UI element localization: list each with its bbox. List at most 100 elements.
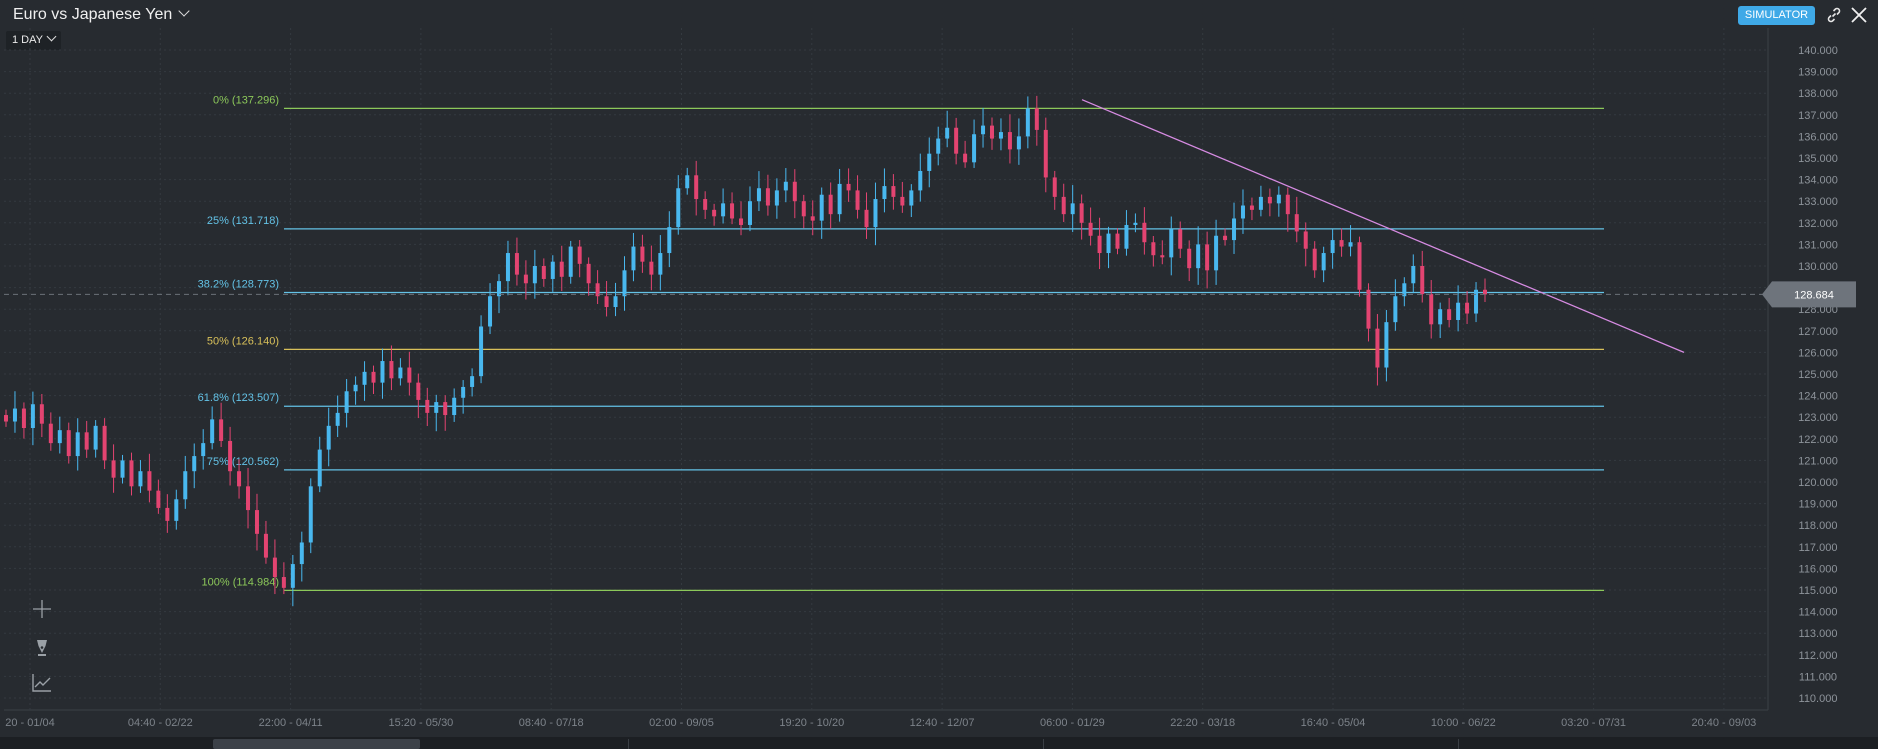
y-tick-label: 114.000 [1799,607,1838,619]
candle [1348,242,1353,247]
chart-grid [4,28,1769,711]
candle [1438,309,1443,325]
candle [523,274,528,284]
candle [1232,218,1237,241]
candle [532,266,537,284]
candle [120,460,125,478]
chart-window: Euro vs Japanese Yen 1 DAY SIMULATOR 0% … [0,0,1878,749]
candle [577,246,582,264]
candle [299,542,304,565]
fib-level-label: 38.2% (128.773) [198,279,279,291]
y-tick-label: 123.000 [1798,412,1838,424]
candle [1366,289,1371,329]
candle [407,367,412,383]
candle [685,175,690,189]
candle [891,186,896,197]
y-tick-label: 133.000 [1798,196,1838,208]
candle [335,412,340,426]
candle [1285,194,1290,215]
x-tick-label: 02:00 - 09/05 [649,717,714,729]
price-axis: 140.000 139.000 138.000 137.000 136.000 135.0… [1798,45,1838,705]
candle [479,326,484,377]
y-tick-label: 126.000 [1798,347,1838,359]
candle [1276,194,1281,204]
candle [1061,196,1066,215]
candle [452,397,457,416]
candle [416,382,421,400]
x-tick-label: 03:20 - 07/31 [1561,717,1626,729]
candle [1465,302,1470,314]
candle [317,449,322,487]
scroll-separator [1043,739,1044,749]
y-tick-label: 116.000 [1799,563,1838,575]
y-tick-label: 118.000 [1799,520,1838,532]
candle [237,471,242,487]
candle [362,371,367,385]
x-tick-label: 16:40 - 05/04 [1301,717,1366,729]
candle [254,510,259,534]
candle [425,399,430,413]
x-tick-label: 15:20 - 05/30 [388,717,453,729]
candle [147,471,152,491]
candle [1267,196,1272,204]
price-chart[interactable]: 0% (137.296) 25% (131.718) 38.2% (128.773)… [0,0,1878,737]
candle [1070,203,1075,215]
candle [1142,222,1147,243]
candle [1124,224,1129,249]
candle [30,404,35,428]
candle [1187,248,1192,269]
candle [1016,136,1021,150]
candle [954,127,959,154]
candle [344,391,349,413]
candle [846,183,851,191]
candle [353,384,358,392]
line-chart-icon[interactable] [30,670,54,694]
y-tick-label: 134.000 [1798,175,1838,187]
candle [1420,266,1425,295]
candle [84,432,89,450]
candle [470,376,475,387]
candle [730,203,735,219]
candle [622,270,627,297]
candle [828,194,833,215]
candle [1258,196,1263,210]
candle [631,246,636,271]
candle [1303,231,1308,249]
y-tick-label: 138.000 [1798,88,1838,100]
pen-icon[interactable] [30,635,54,659]
candle [183,471,188,500]
candle [927,153,932,171]
candle [972,134,977,163]
candle [774,190,779,206]
candle [1483,289,1487,295]
candle [873,199,878,228]
candle [4,415,8,422]
crosshair-icon[interactable] [30,597,54,621]
candle [1115,233,1120,249]
candle [756,188,761,202]
candle [514,253,519,275]
x-tick-label: 19:20 - 10/20 [779,717,844,729]
fib-level-label: 61.8% (123.507) [198,392,279,404]
candle [837,183,842,215]
candle [281,577,286,588]
timeline-scroll-thumb[interactable] [213,739,420,749]
candle [102,425,107,461]
candle [156,490,161,508]
x-tick-label: 08:40 - 07/18 [519,717,584,729]
candle [936,138,941,154]
candle [739,218,744,225]
candle [461,386,466,398]
candles [4,95,1487,607]
candle [380,361,385,383]
y-tick-label: 120.000 [1798,477,1838,489]
candle [658,253,663,275]
candle [792,181,797,202]
candle [371,371,376,383]
candle [1160,255,1165,258]
candle [272,557,277,578]
candle [1097,235,1102,254]
candle [93,425,98,450]
trendline[interactable] [1081,99,1685,353]
candle [488,296,493,327]
